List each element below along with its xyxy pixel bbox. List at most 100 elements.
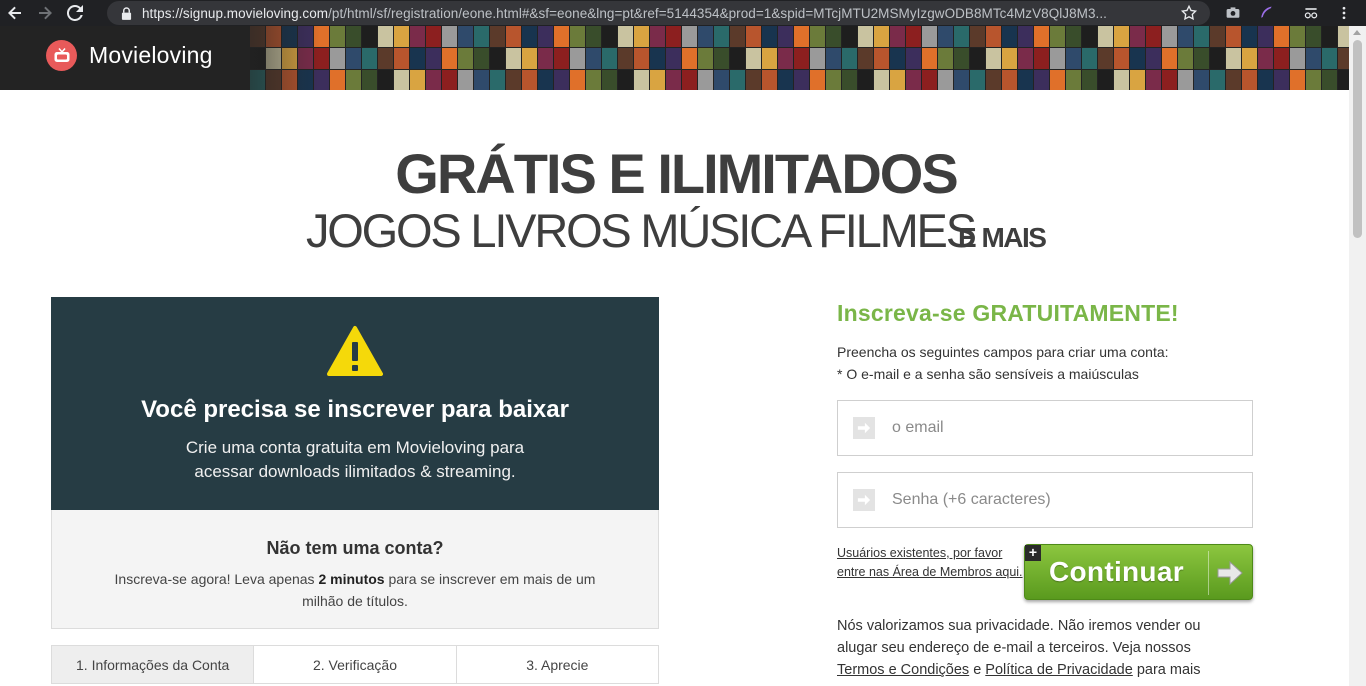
poster-thumbnail: [1098, 26, 1113, 47]
email-input[interactable]: [892, 419, 1232, 437]
address-bar[interactable]: https://signup.movieloving.com/pt/html/s…: [107, 1, 1210, 25]
poster-thumbnail: [330, 48, 345, 69]
poster-thumbnail: [762, 26, 777, 47]
poster-thumbnail: [1258, 48, 1273, 69]
page-scrollbar[interactable]: [1349, 26, 1366, 686]
notice-line-2: acessar downloads ilimitados & streaming…: [194, 462, 516, 481]
step-enjoy: 3. Aprecie: [456, 646, 658, 683]
header-fade: [200, 26, 320, 90]
poster-thumbnail: [938, 70, 953, 90]
poster-thumbnail: [1162, 26, 1177, 47]
plus-icon: +: [1025, 545, 1041, 561]
poster-thumbnail: [362, 48, 377, 69]
poster-thumbnail: [618, 70, 633, 90]
poster-thumbnail: [842, 48, 857, 69]
extensions-icon[interactable]: [1301, 3, 1321, 23]
poster-thumbnail: [522, 48, 537, 69]
reload-icon[interactable]: [60, 0, 90, 26]
poster-thumbnail: [474, 48, 489, 69]
poster-thumbnail: [1178, 48, 1193, 69]
poster-thumbnail: [1034, 48, 1049, 69]
password-input[interactable]: [892, 491, 1232, 509]
star-icon[interactable]: [1180, 4, 1198, 22]
poster-thumbnail: [1114, 70, 1129, 90]
brand-name: Movieloving: [89, 42, 213, 68]
poster-thumbnail: [522, 26, 537, 47]
form-title: Inscreva-se GRATUITAMENTE!: [837, 300, 1179, 326]
privacy-policy-link[interactable]: Política de Privacidade: [985, 662, 1133, 678]
poster-thumbnail: [1210, 70, 1225, 90]
poster-thumbnail: [1242, 48, 1257, 69]
back-arrow-icon[interactable]: [0, 0, 30, 26]
terms-link[interactable]: Termos e Condições: [837, 662, 969, 678]
poster-thumbnail: [634, 48, 649, 69]
poster-thumbnail: [762, 48, 777, 69]
poster-thumbnail: [1290, 48, 1305, 69]
poster-thumbnail: [746, 26, 761, 47]
poster-thumbnail: [1322, 26, 1337, 47]
poster-thumbnail: [938, 26, 953, 47]
email-field[interactable]: [837, 400, 1253, 456]
form-desc-line-2: * O e-mail e a senha são sensíveis a mai…: [837, 366, 1139, 382]
poster-thumbnail: [954, 48, 969, 69]
poster-thumbnail: [1210, 26, 1225, 47]
poster-thumbnail: [458, 26, 473, 47]
poster-thumbnail: [1066, 70, 1081, 90]
poster-thumbnail: [842, 70, 857, 90]
poster-thumbnail: [1242, 26, 1257, 47]
notice-text: Crie uma conta gratuita em Movieloving p…: [51, 436, 659, 484]
poster-thumbnail: [1258, 70, 1273, 90]
scroll-up-icon[interactable]: [1353, 30, 1361, 35]
scrollbar-thumb[interactable]: [1353, 40, 1362, 238]
poster-thumbnail: [666, 48, 681, 69]
poster-thumbnail: [346, 48, 361, 69]
button-divider: [1208, 551, 1209, 595]
poster-thumbnail: [922, 48, 937, 69]
poster-thumbnail: [506, 26, 521, 47]
poster-thumbnail: [602, 26, 617, 47]
poster-thumbnail: [1018, 48, 1033, 69]
poster-thumbnail: [1034, 26, 1049, 47]
poster-thumbnail: [666, 70, 681, 90]
step-verification: 2. Verificação: [254, 646, 457, 683]
password-field[interactable]: [837, 472, 1253, 528]
poster-thumbnail: [554, 26, 569, 47]
poster-thumbnail: [378, 48, 393, 69]
poster-thumbnail: [586, 70, 601, 90]
poster-thumbnail: [1066, 26, 1081, 47]
privacy-text-end: para mais: [1132, 662, 1201, 678]
url-text: https://signup.movieloving.com/pt/html/s…: [142, 6, 1172, 21]
poster-collage: [250, 26, 1349, 90]
poster-thumbnail: [714, 70, 729, 90]
continue-button[interactable]: Continuar: [1024, 544, 1253, 600]
poster-thumbnail: [1242, 70, 1257, 90]
poster-thumbnail: [1162, 48, 1177, 69]
poster-thumbnail: [346, 70, 361, 90]
forward-arrow-icon[interactable]: [30, 0, 60, 26]
poster-thumbnail: [1002, 48, 1017, 69]
poster-thumbnail: [570, 70, 585, 90]
feather-icon[interactable]: [1256, 3, 1276, 23]
poster-thumbnail: [394, 48, 409, 69]
poster-thumbnail: [826, 26, 841, 47]
poster-thumbnail: [810, 70, 825, 90]
poster-thumbnail: [458, 70, 473, 90]
poster-thumbnail: [442, 70, 457, 90]
poster-thumbnail: [1210, 48, 1225, 69]
poster-thumbnail: [778, 48, 793, 69]
poster-thumbnail: [906, 70, 921, 90]
no-account-panel: Não tem uma conta? Inscreva-se agora! Le…: [51, 510, 659, 629]
poster-thumbnail: [378, 26, 393, 47]
logo[interactable]: Movieloving: [46, 40, 213, 71]
hero-title: GRÁTIS E ILIMITADOS: [395, 142, 958, 205]
poster-thumbnail: [1290, 70, 1305, 90]
camera-icon[interactable]: [1223, 3, 1243, 23]
poster-thumbnail: [394, 70, 409, 90]
poster-thumbnail: [330, 26, 345, 47]
members-area-link[interactable]: Usuários existentes, por favor entre nas …: [837, 544, 1023, 582]
poster-thumbnail: [1146, 48, 1161, 69]
menu-icon[interactable]: [1334, 3, 1354, 23]
poster-thumbnail: [746, 48, 761, 69]
poster-thumbnail: [906, 48, 921, 69]
privacy-text: Nós valorizamos sua privacidade. Não ire…: [837, 618, 1201, 656]
